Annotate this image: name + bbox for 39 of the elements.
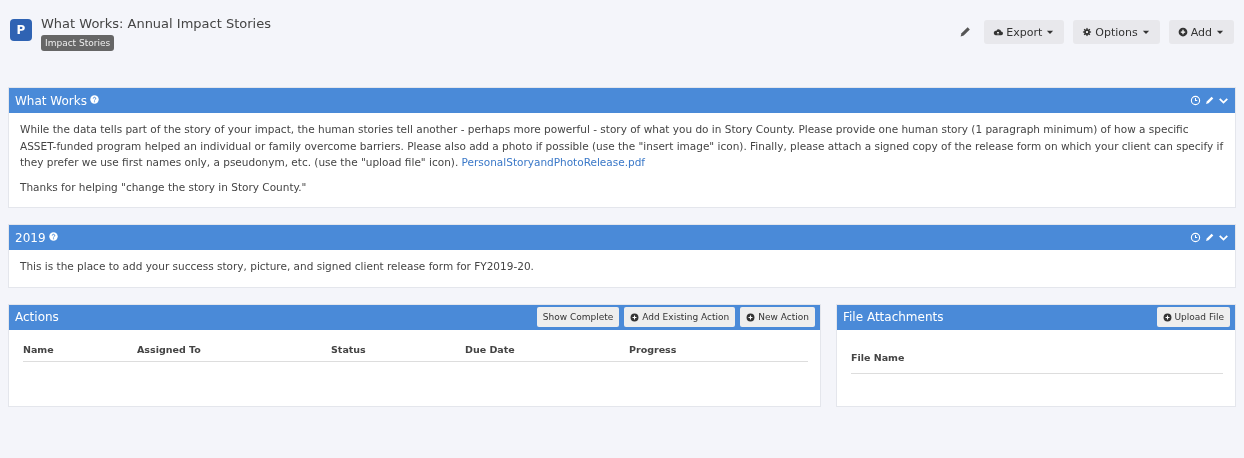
paragraph: While the data tells part of the story of your impact, the human stories tell another - perhaps more powerful - story of what you do in Story County. Please provide one human story (1 paragraph minimum) of how a specific ASSET-funded program helped an individual or family overcome barriers. Please also add a photo if possible (use the "insert image" icon). Finally, please attach a signed copy of the release form on which your client can specify if they prefer we use first names only, a pseudonym, etc. (use the "upload file" icon). PersonalStoryandPhotoRelease.pdf — [20, 122, 1224, 170]
plus-circle-icon — [630, 312, 640, 322]
toolbar-button[interactable]: Options — [1073, 20, 1160, 44]
cloud-icon — [993, 27, 1004, 37]
panel-button[interactable]: New Action — [740, 307, 815, 327]
plus-circle-icon — [1162, 312, 1172, 322]
gear-icon — [1082, 27, 1093, 37]
column-header: File Name — [851, 351, 905, 363]
pencil-icon[interactable] — [1204, 232, 1215, 243]
help-icon — [90, 94, 99, 104]
panel-title: Actions — [15, 310, 59, 324]
paragraph: Thanks for helping "change the story in Story County." — [20, 179, 308, 195]
project-badge: P — [10, 19, 32, 41]
clock-icon[interactable] — [1190, 95, 1201, 106]
section-title: 2019 — [15, 230, 46, 245]
column-header: Due Date — [465, 343, 516, 355]
column-header: Assigned To — [137, 343, 202, 355]
panel-button[interactable]: Upload File — [1156, 307, 1230, 327]
page-title: What Works: Annual Impact Stories — [41, 16, 271, 31]
column-header: Status — [331, 343, 367, 355]
panel-button[interactable]: Add Existing Action — [624, 307, 736, 327]
panel-title: File Attachments — [843, 310, 944, 324]
column-header: Progress — [629, 343, 677, 355]
clock-icon[interactable] — [1190, 232, 1201, 243]
help-icon — [48, 231, 58, 241]
chevron-down-icon[interactable] — [1218, 232, 1229, 243]
plus-circle-icon — [746, 312, 756, 322]
file-link[interactable]: PersonalStoryandPhotoRelease.pdf — [461, 156, 646, 168]
chevron-down-icon[interactable] — [1218, 95, 1229, 106]
section-title: What Works — [15, 93, 87, 108]
toolbar-button[interactable]: Add — [1168, 20, 1234, 44]
toolbar-button[interactable]: Export — [984, 20, 1065, 44]
plus-circle-icon — [1177, 27, 1188, 37]
panel-button[interactable]: Show Complete — [536, 307, 620, 327]
paragraph: This is the place to add your success story, picture, and signed client release form for FY2019-20. — [20, 259, 535, 274]
column-header: Name — [23, 343, 55, 355]
pencil-icon[interactable] — [958, 25, 973, 39]
category-tag: Impact Stories — [41, 35, 115, 51]
pencil-icon[interactable] — [1204, 95, 1215, 106]
